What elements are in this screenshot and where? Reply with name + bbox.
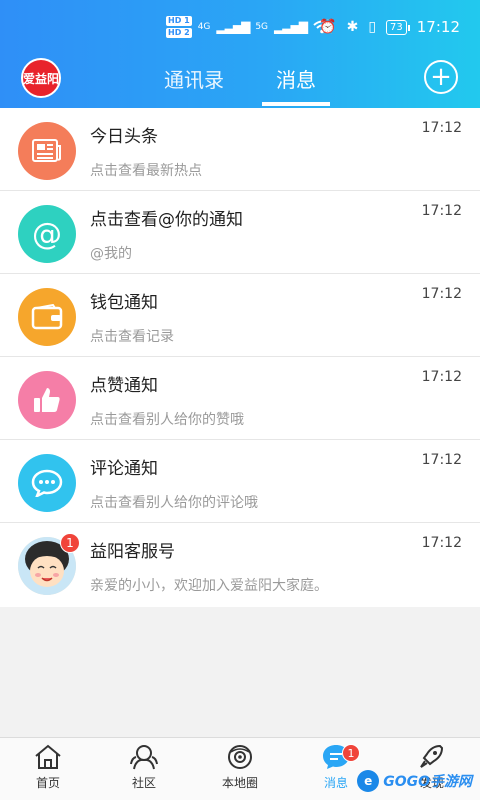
active-tab-indicator [262,102,330,106]
message-badge: 1 [342,744,360,762]
local-circle-icon [228,745,252,769]
alarm-icon: ⏰ [319,19,337,35]
status-left: HD 1 HD 2 4G ▂▃▅▇ 5G ▂▃▅▇ [166,16,331,38]
tab-label: 首页 [35,776,60,790]
tab-label: 消息 [323,776,348,790]
comment-icon [18,454,76,512]
item-subtitle: 亲爱的小小，欢迎加入爱益阳大家庭。 [90,578,328,594]
item-title: 钱包通知 [90,293,158,313]
app-logo[interactable]: 爱益阳 [21,58,61,98]
watermark-icon: e [357,770,380,792]
thumbs-up-icon [18,371,76,429]
tab-local-circle[interactable]: 本地圈 [200,744,280,791]
item-title: 益阳客服号 [90,542,175,562]
item-time: 17:12 [421,203,462,219]
at-icon: @ [18,205,76,263]
item-title: 点赞通知 [90,376,158,396]
community-icon [130,745,158,770]
wallet-icon [18,288,76,346]
item-time: 17:12 [421,120,462,136]
item-time: 17:12 [421,286,462,302]
watermark-logo: e GOGO手游网 [357,770,472,792]
list-item-likes[interactable]: 点赞通知 点击查看别人给你的赞哦 17:12 [0,357,480,440]
list-item-toutiao[interactable]: 今日头条 点击查看最新热点 17:12 [0,108,480,191]
list-item-mentions[interactable]: @ 点击查看@你的通知 @我的 17:12 [0,191,480,274]
network-5g-label: 5G [255,22,269,32]
item-title: 点击查看@你的通知 [90,210,243,230]
add-button[interactable]: + [424,60,458,94]
status-time: 17:12 [416,18,460,36]
status-right: ⏰ ✱ ▯ 73 17:12 [319,18,460,36]
bottom-tab-bar: 首页 社区 本地圈 消息 1 发现 e GOGO手游网 [0,737,480,800]
watermark-text: GOGO手游网 [383,774,472,790]
item-time: 17:12 [421,369,462,385]
tab-home[interactable]: 首页 [8,744,88,791]
app-header: HD 1 HD 2 4G ▂▃▅▇ 5G ▂▃▅▇ ⏰ ✱ ▯ 73 17:12… [0,0,480,108]
hd1-label: HD 1 [166,16,192,26]
newspaper-icon [18,122,76,180]
list-item-wallet[interactable]: 钱包通知 点击查看记录 17:12 [0,274,480,357]
bluetooth-icon: ✱ [346,19,359,35]
list-item-comments[interactable]: 评论通知 点击查看别人给你的评论哦 17:12 [0,440,480,523]
message-list: 今日头条 点击查看最新热点 17:12 @ 点击查看@你的通知 @我的 17:1… [0,108,480,607]
hd2-label: HD 2 [166,28,192,38]
home-icon [35,744,61,769]
tab-label: 本地圈 [221,776,258,790]
item-subtitle: 点击查看别人给你的赞哦 [90,412,244,428]
tab-community[interactable]: 社区 [104,744,184,791]
item-time: 17:12 [421,535,462,551]
tab-contacts[interactable]: 通讯录 [164,64,224,93]
item-subtitle: 点击查看别人给你的评论哦 [90,495,258,511]
signal-icon-2: ▂▃▅▇ [274,20,308,34]
item-title: 今日头条 [90,127,158,147]
svg-text:@: @ [32,217,62,251]
item-subtitle: 点击查看记录 [90,329,174,345]
tab-messages[interactable]: 消息 [276,64,316,93]
item-title: 评论通知 [90,459,158,479]
unread-badge: 1 [60,533,80,553]
item-time: 17:12 [421,452,462,468]
item-subtitle: @我的 [90,246,132,262]
network-4g-label: 4G [197,22,211,32]
tab-label: 社区 [131,776,156,790]
rocket-icon [420,744,444,768]
empty-area [0,607,480,737]
vibrate-icon: ▯ [368,19,377,35]
plus-icon: + [430,62,452,92]
item-subtitle: 点击查看最新热点 [90,163,202,179]
status-bar: HD 1 HD 2 4G ▂▃▅▇ 5G ▂▃▅▇ ⏰ ✱ ▯ 73 17:12 [0,0,480,58]
battery-icon: 73 [386,19,410,35]
list-item-service[interactable]: 1 益阳客服号 亲爱的小小，欢迎加入爱益阳大家庭。 17:12 [0,523,480,607]
signal-icon-1: ▂▃▅▇ [216,20,250,34]
